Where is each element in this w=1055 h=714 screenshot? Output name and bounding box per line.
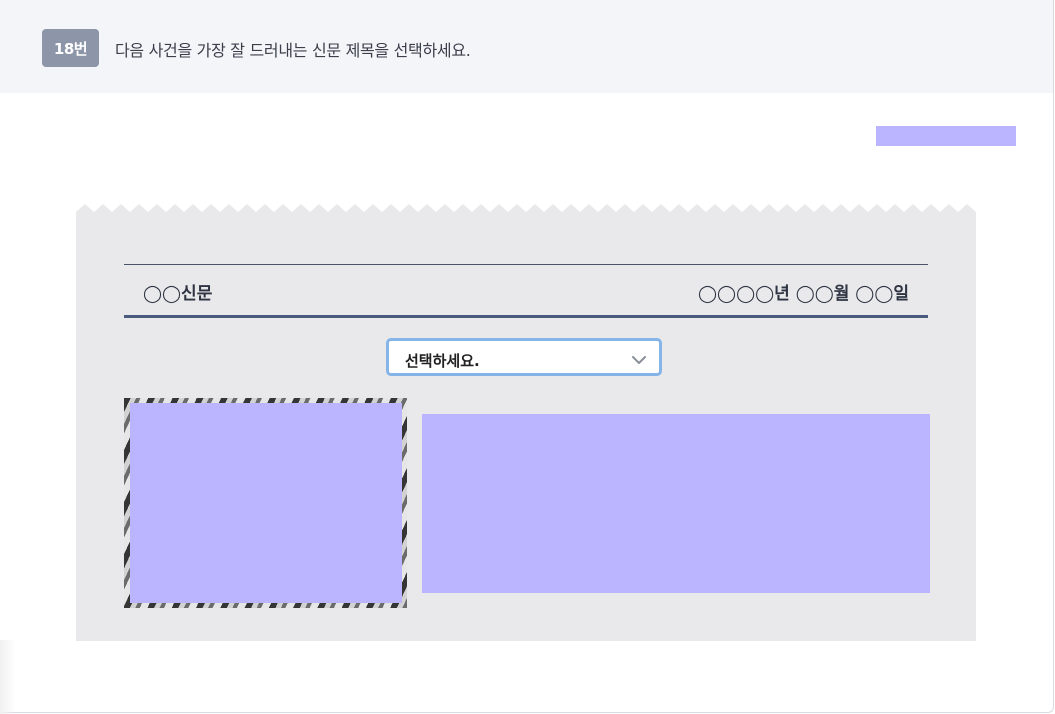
question-number-badge: 18번 — [42, 29, 99, 67]
headline-select-value: 선택하세요. — [405, 352, 480, 370]
newspaper-name: ◯◯신문 — [143, 284, 213, 304]
redacted-photo-region — [130, 403, 402, 603]
newspaper-date: ◯◯◯◯년 ◯◯월 ◯◯일 — [698, 284, 909, 304]
redacted-region — [876, 126, 1016, 146]
newspaper-card: ◯◯신문 ◯◯◯◯년 ◯◯월 ◯◯일 선택하세요. — [76, 204, 976, 641]
question-prompt: 다음 사건을 가장 잘 드러내는 신문 제목을 선택하세요. — [115, 41, 471, 60]
edge-shadow — [0, 640, 16, 714]
redacted-article-text — [422, 414, 930, 593]
newspaper-masthead: ◯◯신문 ◯◯◯◯년 ◯◯월 ◯◯일 — [124, 264, 928, 318]
news-photo — [124, 398, 407, 608]
newspaper-body: ◯◯신문 ◯◯◯◯년 ◯◯월 ◯◯일 선택하세요. — [76, 218, 976, 641]
question-header: 18번 다음 사건을 가장 잘 드러내는 신문 제목을 선택하세요. — [0, 0, 1053, 93]
chevron-down-icon — [631, 351, 647, 370]
headline-select[interactable]: 선택하세요. — [386, 338, 662, 376]
